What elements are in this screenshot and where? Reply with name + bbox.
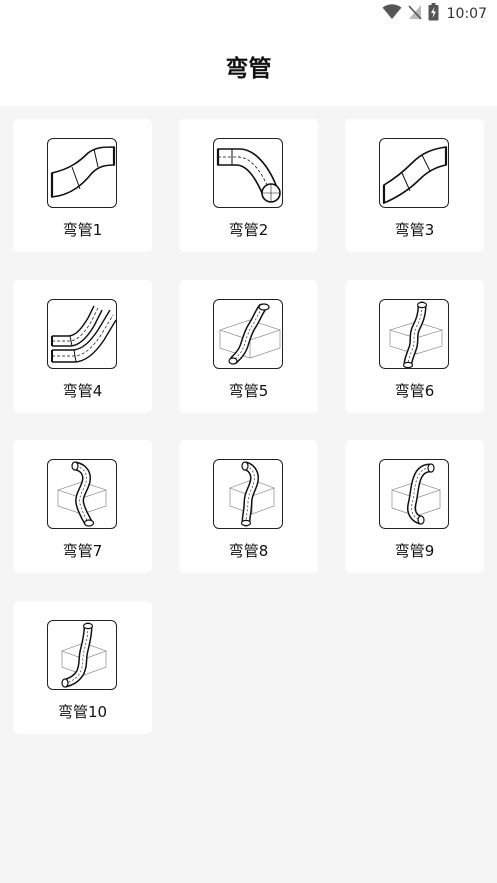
- 3d-bent-pipe-icon: [379, 459, 449, 529]
- status-bar: 10:07: [0, 0, 497, 28]
- s-bend-pipe-icon: [379, 138, 449, 208]
- grid-item-label: 弯管6: [394, 382, 435, 400]
- app-header: 弯管: [0, 28, 497, 106]
- grid-item-8[interactable]: 弯管8: [179, 440, 318, 573]
- status-time: 10:07: [446, 6, 487, 22]
- grid-item-2[interactable]: 弯管2: [179, 119, 318, 252]
- grid-item-label: 弯管2: [228, 221, 269, 239]
- grid-item-label: 弯管10: [57, 703, 108, 721]
- grid-item-label: 弯管9: [394, 542, 435, 560]
- grid-item-label: 弯管4: [62, 382, 103, 400]
- 3d-bent-pipe-icon: [379, 299, 449, 369]
- 3d-bent-pipe-icon: [47, 459, 117, 529]
- no-sim-icon: [408, 4, 422, 24]
- grid-item-label: 弯管3: [394, 221, 435, 239]
- 3d-bent-pipe-icon: [213, 299, 283, 369]
- 3d-bent-pipe-icon: [47, 620, 117, 690]
- s-bend-pipe-icon: [47, 138, 117, 208]
- grid-item-label: 弯管5: [228, 382, 269, 400]
- grid-item-10[interactable]: 弯管10: [13, 601, 152, 734]
- grid-item-label: 弯管7: [62, 542, 103, 560]
- wifi-icon: [382, 4, 402, 24]
- grid-item-9[interactable]: 弯管9: [345, 440, 484, 573]
- 3d-bent-pipe-icon: [213, 459, 283, 529]
- parallel-bend-pipes-icon: [47, 299, 117, 369]
- grid-item-5[interactable]: 弯管5: [179, 280, 318, 413]
- grid-item-3[interactable]: 弯管3: [345, 119, 484, 252]
- grid-item-1[interactable]: 弯管1: [13, 119, 152, 252]
- status-icons: 10:07: [382, 3, 487, 25]
- grid-item-label: 弯管8: [228, 542, 269, 560]
- grid-item-label: 弯管1: [62, 221, 103, 239]
- page-title: 弯管: [225, 56, 272, 82]
- battery-icon: [428, 3, 439, 25]
- grid-item-7[interactable]: 弯管7: [13, 440, 152, 573]
- grid-item-6[interactable]: 弯管6: [345, 280, 484, 413]
- elbow-pipe-icon: [213, 138, 283, 208]
- grid-item-4[interactable]: 弯管4: [13, 280, 152, 413]
